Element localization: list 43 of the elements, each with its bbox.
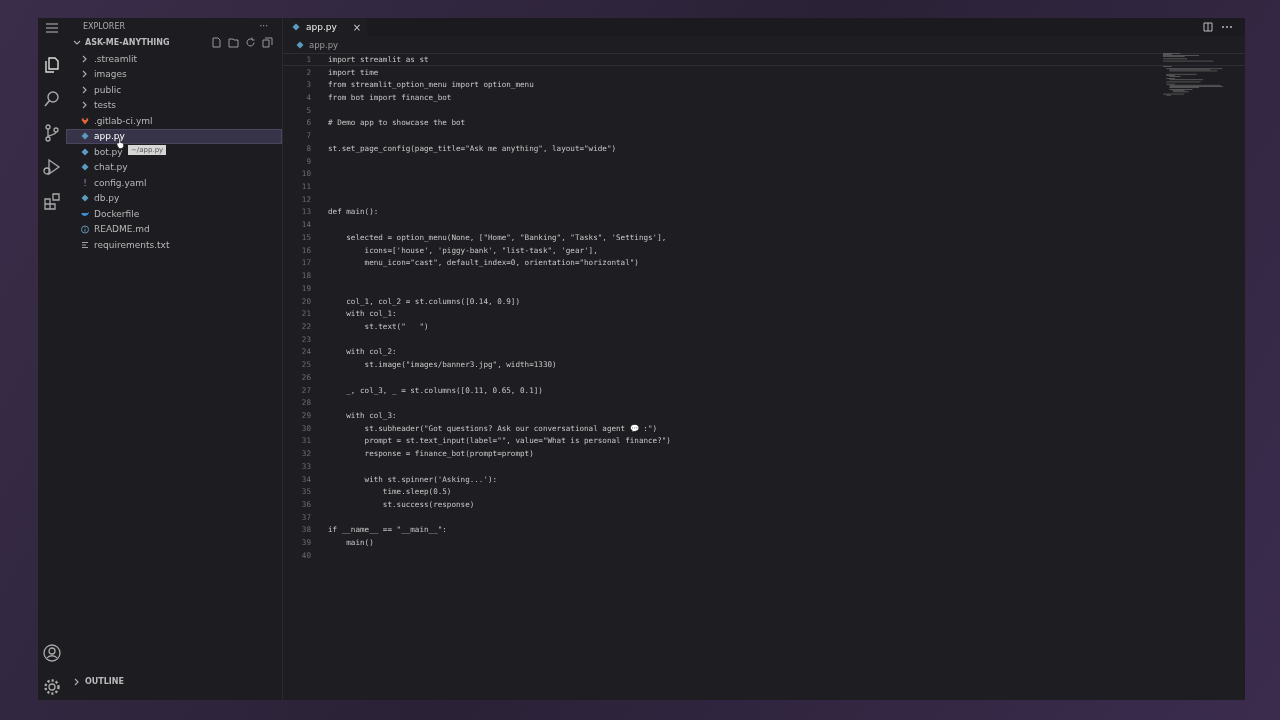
whale-icon	[81, 210, 89, 218]
new-file-icon[interactable]	[211, 37, 222, 48]
file-tree-item[interactable]: requirements.txt	[66, 237, 175, 253]
file-tree-item[interactable]: images	[66, 66, 132, 82]
outline-section-title[interactable]: OUTLINE	[85, 677, 124, 686]
file-tree-item[interactable]: README.md	[66, 221, 155, 237]
exclamation-icon: !	[81, 177, 89, 188]
more-actions-button[interactable]: ···	[259, 21, 268, 31]
close-button[interactable]: ×	[352, 21, 362, 33]
source-control-icon[interactable]	[43, 124, 61, 142]
minimap-drawing	[1163, 53, 1223, 97]
account-icon[interactable]	[43, 644, 61, 662]
file-tree-item[interactable]: bot.py	[66, 144, 128, 160]
refresh-icon[interactable]	[245, 37, 256, 48]
python-file-icon	[81, 194, 89, 203]
file-tree-item[interactable]: ! config.yaml	[66, 175, 152, 191]
fox-icon	[81, 116, 89, 125]
breadcrumb[interactable]: app.py	[309, 39, 339, 50]
file-tree-item[interactable]: Dockerfile	[66, 206, 145, 222]
file-tree-item[interactable]: chat.py	[66, 159, 133, 175]
collapse-icon[interactable]	[262, 37, 273, 48]
file-tree-item[interactable]: .streamlit	[66, 51, 142, 67]
chevron-icon[interactable]	[73, 38, 81, 47]
python-file-icon	[292, 23, 300, 31]
file-tree-item[interactable]: .gitlab-ci.yml	[66, 113, 158, 129]
settings-icon[interactable]	[43, 678, 61, 696]
extensions-icon[interactable]	[43, 192, 61, 210]
info-icon	[81, 224, 89, 234]
menu-icon[interactable]	[45, 22, 59, 34]
search-icon[interactable]	[43, 90, 61, 108]
lines-icon	[81, 240, 89, 249]
run-debug-icon[interactable]	[43, 158, 61, 176]
files-icon[interactable]	[43, 56, 61, 74]
chevron-icon[interactable]	[73, 677, 81, 686]
file-tree-item[interactable]: public	[66, 82, 127, 98]
split-editor-icon[interactable]	[1203, 22, 1213, 32]
file-tree-item[interactable]: tests	[66, 97, 121, 113]
more-actions-icon[interactable]	[1221, 25, 1233, 29]
file-tree-item[interactable]: app.py	[66, 128, 282, 144]
new-folder-icon[interactable]	[228, 37, 239, 48]
explorer-title: EXPLORER	[83, 21, 125, 31]
file-tree-item[interactable]: db.py	[66, 190, 125, 206]
project-folder-title[interactable]: ASK-ME-ANYTHING	[85, 38, 170, 47]
